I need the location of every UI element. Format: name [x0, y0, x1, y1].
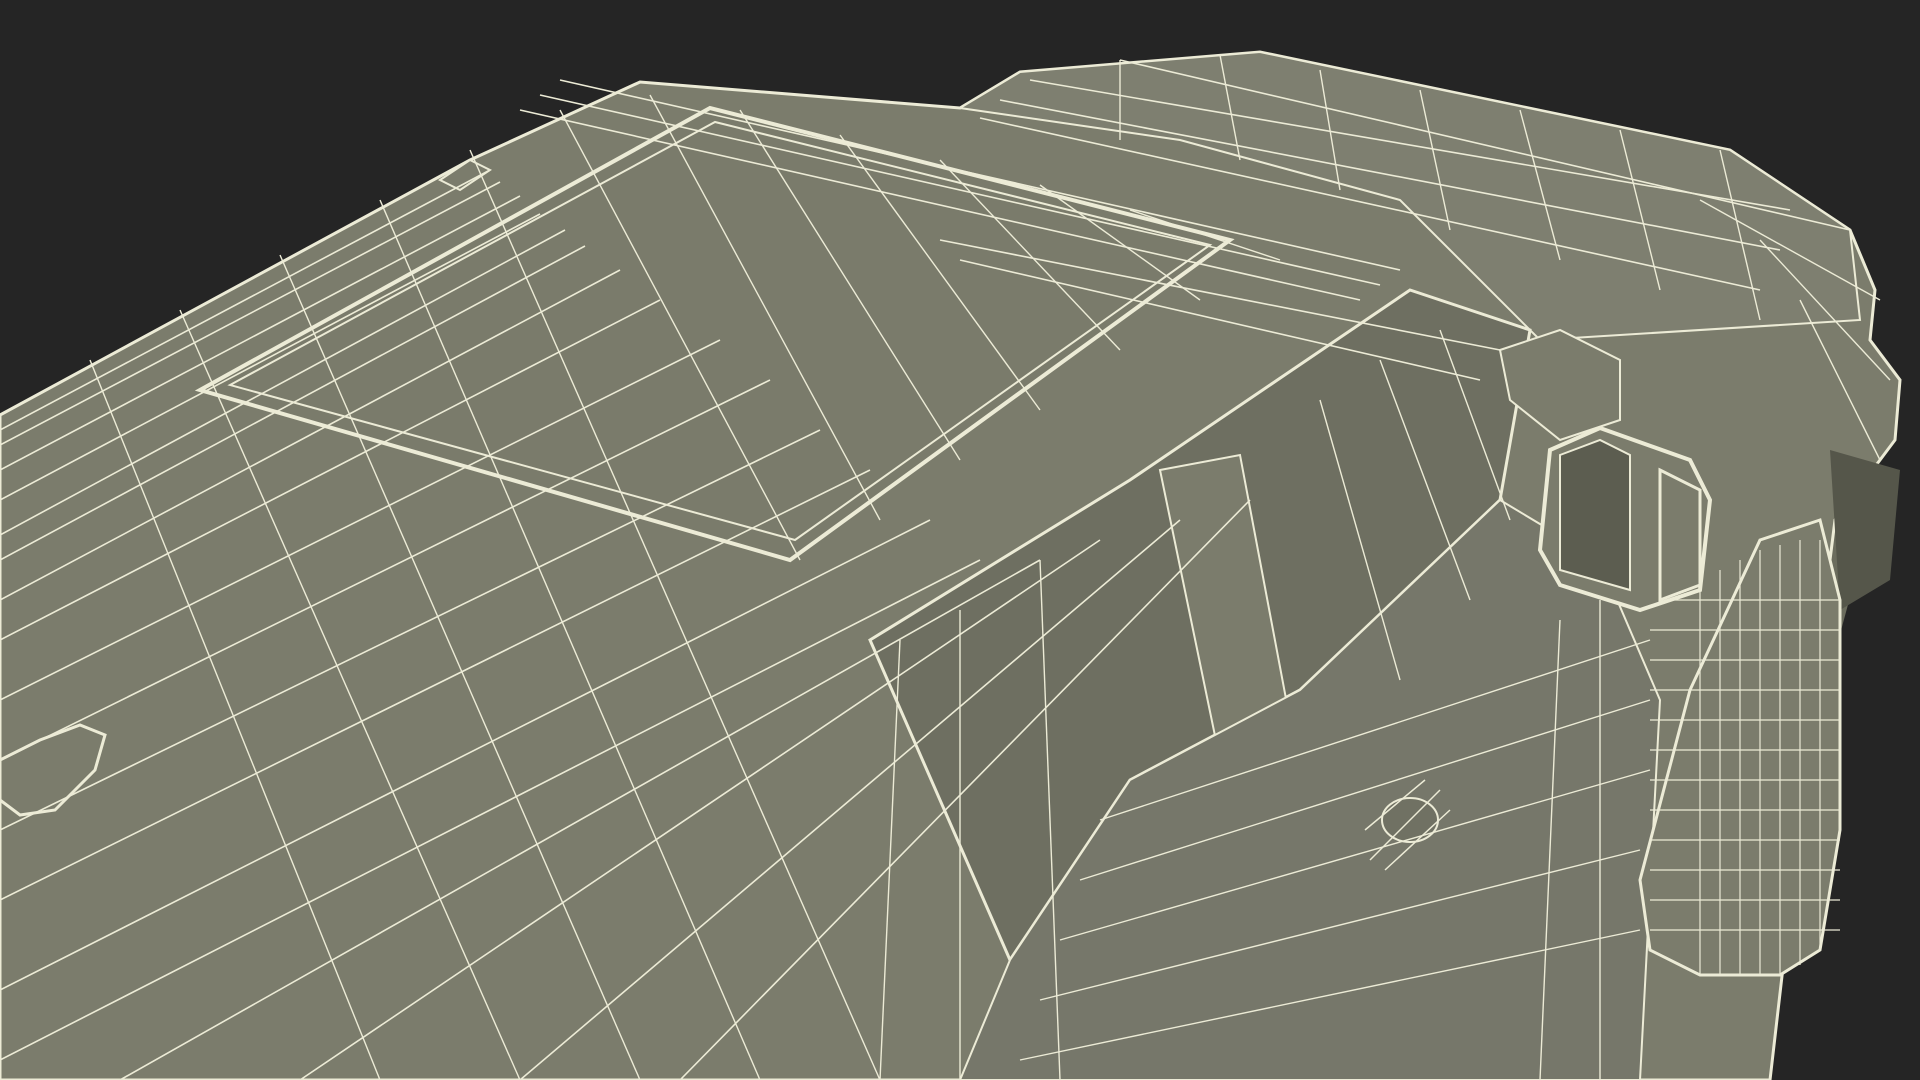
mirror-edge — [1658, 467, 1702, 603]
render-viewport — [0, 0, 1920, 1080]
mirror-glass — [1559, 438, 1631, 592]
